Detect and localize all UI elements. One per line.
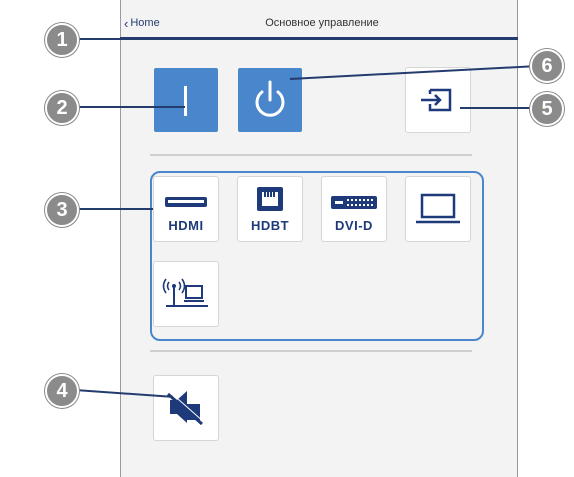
- home-back-link[interactable]: ‹ Home: [124, 15, 160, 31]
- leader-line-1: [75, 38, 137, 40]
- vertical-bar-icon: [184, 86, 187, 116]
- mute-button[interactable]: [154, 376, 218, 440]
- wireless-network-icon: [162, 278, 208, 307]
- source-hdmi-label: HDMI: [168, 218, 204, 233]
- av-mute-button[interactable]: [154, 68, 218, 132]
- callout-5: 5: [530, 92, 564, 126]
- source-hdbt-label: HDBT: [250, 218, 290, 233]
- callout-4: 4: [45, 374, 79, 408]
- home-label: Home: [130, 17, 160, 29]
- chevron-left-icon: ‹: [124, 15, 129, 31]
- source-computer-button[interactable]: [406, 177, 470, 241]
- callout-2: 2: [45, 91, 79, 125]
- leader-line-3: [75, 208, 153, 210]
- source-hdmi-button[interactable]: HDMI: [154, 177, 218, 241]
- source-hdbt-button[interactable]: HDBT: [238, 177, 302, 241]
- divider-top: [150, 154, 472, 156]
- source-dvi-label: DVI-D: [335, 218, 373, 233]
- callout-6: 6: [530, 49, 564, 83]
- laptop-icon: [416, 193, 460, 224]
- source-dvi-button[interactable]: DVI-D: [322, 177, 386, 241]
- leader-line-2: [75, 106, 185, 108]
- speaker-mute-icon: [167, 391, 205, 426]
- source-network-button[interactable]: [154, 262, 218, 326]
- source-search-button[interactable]: [406, 68, 470, 132]
- leader-line-5: [460, 107, 540, 109]
- page-title: Основное управление: [265, 17, 379, 29]
- input-arrow-icon: [421, 88, 452, 112]
- divider-bottom: [150, 350, 472, 352]
- callout-3: 3: [45, 193, 79, 227]
- callout-1: 1: [45, 23, 79, 57]
- header-divider: [120, 37, 518, 40]
